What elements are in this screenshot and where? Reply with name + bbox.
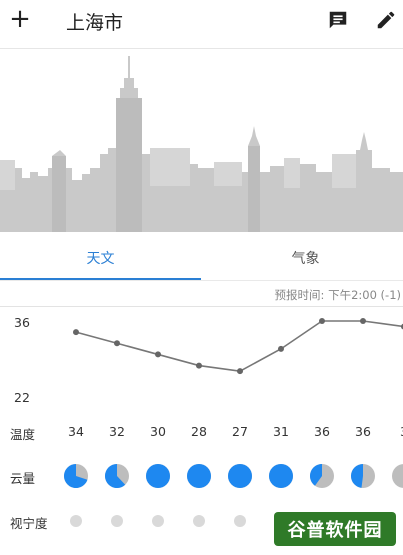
cloud-cover-pie [228, 464, 252, 488]
cloud-row-label: 云量 [10, 471, 36, 486]
temperature-point [237, 368, 243, 375]
tab-astronomy[interactable]: 天文 [0, 248, 201, 268]
header-divider [0, 48, 403, 49]
temperature-point [114, 340, 120, 347]
city-title: 上海市 [66, 12, 124, 34]
message-icon[interactable] [327, 9, 349, 31]
temperature-point [196, 362, 202, 369]
seeing-indicator [234, 515, 246, 527]
seeing-indicator [152, 515, 164, 527]
temperature-value: 3 [389, 424, 403, 439]
temperature-value: 36 [355, 424, 371, 439]
cloud-cover-pie [146, 464, 170, 488]
city-skyline-illustration [0, 56, 403, 232]
seeing-indicator [70, 515, 82, 527]
temperature-row-label: 温度 [10, 427, 36, 442]
temperature-point [155, 351, 161, 358]
cloud-cover-pie [310, 464, 334, 488]
temperature-point [73, 329, 79, 336]
temperature-point [360, 318, 366, 324]
watermark-logo: 谷普软件园 [274, 512, 396, 546]
seeing-row-label: 视宁度 [10, 516, 48, 531]
temperature-value: 30 [150, 424, 166, 439]
temperature-line-chart [73, 318, 403, 375]
tab-weather[interactable]: 气象 [205, 248, 403, 268]
forecast-time: 预报时间: 下午2:00 (-1) [274, 288, 401, 302]
temperature-value: 32 [109, 424, 125, 439]
temperature-value: 34 [68, 424, 84, 439]
cloud-cover-pie [187, 464, 211, 488]
pencil-icon[interactable] [375, 9, 397, 31]
temperature-value: 27 [232, 424, 248, 439]
temperature-value: 36 [314, 424, 330, 439]
cloud-cover-pie [269, 464, 293, 488]
tab-bar: 天文 气象 [0, 232, 403, 284]
tabs-divider [0, 280, 403, 281]
seeing-indicator [193, 515, 205, 527]
cloud-cover-pie [392, 464, 403, 488]
temperature-line [75, 320, 403, 372]
cloud-cover-pie [64, 464, 88, 488]
add-city-button[interactable]: + [8, 5, 32, 33]
cloud-cover-pie [105, 464, 129, 488]
temperature-point [278, 345, 284, 352]
temperature-point [319, 318, 325, 324]
cloud-cover-pie [351, 464, 375, 488]
app-bar: + 上海市 [0, 0, 403, 42]
seeing-indicator [111, 515, 123, 527]
temperature-value: 31 [273, 424, 289, 439]
temperature-value: 28 [191, 424, 207, 439]
